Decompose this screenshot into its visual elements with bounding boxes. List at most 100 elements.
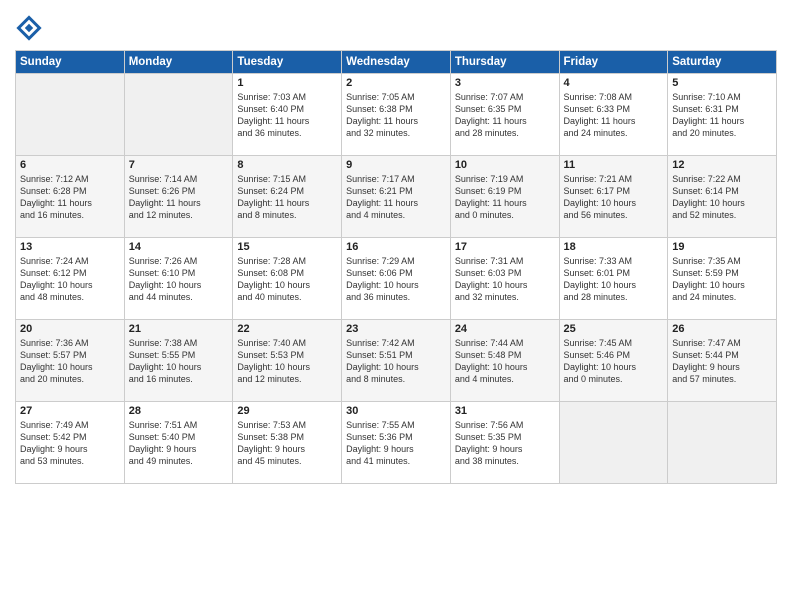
calendar-cell: 25 Sunrise: 7:45 AM Sunset: 5:46 PM Dayli… [559,320,668,402]
calendar-cell: 20 Sunrise: 7:36 AM Sunset: 5:57 PM Dayli… [16,320,125,402]
day-info: Sunrise: 7:56 AM Sunset: 5:35 PM Dayligh… [455,419,555,468]
calendar-cell: 15 Sunrise: 7:28 AM Sunset: 6:08 PM Dayli… [233,238,342,320]
day-number: 10 [455,159,555,171]
day-info: Sunrise: 7:08 AM Sunset: 6:33 PM Dayligh… [564,91,664,140]
day-info: Sunrise: 7:42 AM Sunset: 5:51 PM Dayligh… [346,337,446,386]
calendar-cell: 18 Sunrise: 7:33 AM Sunset: 6:01 PM Dayli… [559,238,668,320]
day-info: Sunrise: 7:55 AM Sunset: 5:36 PM Dayligh… [346,419,446,468]
calendar-cell: 16 Sunrise: 7:29 AM Sunset: 6:06 PM Dayli… [342,238,451,320]
day-info: Sunrise: 7:10 AM Sunset: 6:31 PM Dayligh… [672,91,772,140]
day-number: 15 [237,241,337,253]
day-number: 2 [346,77,446,89]
day-number: 6 [20,159,120,171]
calendar-cell [124,74,233,156]
calendar-cell: 10 Sunrise: 7:19 AM Sunset: 6:19 PM Dayli… [450,156,559,238]
day-info: Sunrise: 7:22 AM Sunset: 6:14 PM Dayligh… [672,173,772,222]
weekday-header-saturday: Saturday [668,51,777,74]
day-info: Sunrise: 7:24 AM Sunset: 6:12 PM Dayligh… [20,255,120,304]
day-info: Sunrise: 7:33 AM Sunset: 6:01 PM Dayligh… [564,255,664,304]
weekday-header-friday: Friday [559,51,668,74]
day-info: Sunrise: 7:19 AM Sunset: 6:19 PM Dayligh… [455,173,555,222]
calendar-cell: 23 Sunrise: 7:42 AM Sunset: 5:51 PM Dayli… [342,320,451,402]
day-number: 27 [20,405,120,417]
day-number: 7 [129,159,229,171]
calendar-week-row: 1 Sunrise: 7:03 AM Sunset: 6:40 PM Daylig… [16,74,777,156]
calendar-cell: 21Sunrise: 7:38 AM Sunset: 5:55 PM Dayli… [124,320,233,402]
day-info: Sunrise: 7:21 AM Sunset: 6:17 PM Dayligh… [564,173,664,222]
day-info: Sunrise: 7:45 AM Sunset: 5:46 PM Dayligh… [564,337,664,386]
day-info: Sunrise: 7:12 AM Sunset: 6:28 PM Dayligh… [20,173,120,222]
calendar-week-row: 13 Sunrise: 7:24 AM Sunset: 6:12 PM Dayli… [16,238,777,320]
day-info: Sunrise: 7:28 AM Sunset: 6:08 PM Dayligh… [237,255,337,304]
calendar-cell: 8 Sunrise: 7:15 AM Sunset: 6:24 PM Daylig… [233,156,342,238]
calendar-cell: 13 Sunrise: 7:24 AM Sunset: 6:12 PM Dayli… [16,238,125,320]
calendar-cell: 14 Sunrise: 7:26 AM Sunset: 6:10 PM Dayli… [124,238,233,320]
calendar-week-row: 20 Sunrise: 7:36 AM Sunset: 5:57 PM Dayli… [16,320,777,402]
calendar-cell: 9 Sunrise: 7:17 AM Sunset: 6:21 PM Daylig… [342,156,451,238]
day-number: 26 [672,323,772,335]
calendar-cell: 1 Sunrise: 7:03 AM Sunset: 6:40 PM Daylig… [233,74,342,156]
day-number: 20 [20,323,120,335]
day-number: 5 [672,77,772,89]
day-number: 11 [564,159,664,171]
day-info: Sunrise: 7:38 AM Sunset: 5:55 PM Dayligh… [129,337,229,386]
day-info: Sunrise: 7:15 AM Sunset: 6:24 PM Dayligh… [237,173,337,222]
calendar-cell: 4Sunrise: 7:08 AM Sunset: 6:33 PM Daylig… [559,74,668,156]
calendar-cell: 5 Sunrise: 7:10 AM Sunset: 6:31 PM Daylig… [668,74,777,156]
calendar-cell: 3Sunrise: 7:07 AM Sunset: 6:35 PM Daylig… [450,74,559,156]
day-number: 19 [672,241,772,253]
day-info: Sunrise: 7:47 AM Sunset: 5:44 PM Dayligh… [672,337,772,386]
calendar-cell: 30 Sunrise: 7:55 AM Sunset: 5:36 PM Dayli… [342,402,451,484]
day-number: 16 [346,241,446,253]
header [15,10,777,42]
day-info: Sunrise: 7:29 AM Sunset: 6:06 PM Dayligh… [346,255,446,304]
day-info: Sunrise: 7:40 AM Sunset: 5:53 PM Dayligh… [237,337,337,386]
day-number: 22 [237,323,337,335]
calendar-cell: 2 Sunrise: 7:05 AM Sunset: 6:38 PM Daylig… [342,74,451,156]
weekday-header-thursday: Thursday [450,51,559,74]
calendar-cell [668,402,777,484]
day-info: Sunrise: 7:14 AM Sunset: 6:26 PM Dayligh… [129,173,229,222]
day-number: 23 [346,323,446,335]
day-number: 25 [564,323,664,335]
calendar-cell: 31 Sunrise: 7:56 AM Sunset: 5:35 PM Dayli… [450,402,559,484]
day-info: Sunrise: 7:31 AM Sunset: 6:03 PM Dayligh… [455,255,555,304]
weekday-header-tuesday: Tuesday [233,51,342,74]
day-number: 14 [129,241,229,253]
calendar-cell: 17 Sunrise: 7:31 AM Sunset: 6:03 PM Dayli… [450,238,559,320]
calendar-cell: 11 Sunrise: 7:21 AM Sunset: 6:17 PM Dayli… [559,156,668,238]
calendar-cell [559,402,668,484]
weekday-header-sunday: Sunday [16,51,125,74]
logo-icon [15,14,43,42]
calendar-table: SundayMondayTuesdayWednesdayThursdayFrid… [15,50,777,484]
day-number: 29 [237,405,337,417]
calendar-cell: 26 Sunrise: 7:47 AM Sunset: 5:44 PM Dayli… [668,320,777,402]
day-info: Sunrise: 7:26 AM Sunset: 6:10 PM Dayligh… [129,255,229,304]
day-info: Sunrise: 7:03 AM Sunset: 6:40 PM Dayligh… [237,91,337,140]
day-number: 13 [20,241,120,253]
logo [15,14,47,42]
weekday-header-wednesday: Wednesday [342,51,451,74]
day-number: 9 [346,159,446,171]
day-number: 12 [672,159,772,171]
day-number: 28 [129,405,229,417]
weekday-header-row: SundayMondayTuesdayWednesdayThursdayFrid… [16,51,777,74]
calendar-cell: 29 Sunrise: 7:53 AM Sunset: 5:38 PM Dayli… [233,402,342,484]
day-info: Sunrise: 7:53 AM Sunset: 5:38 PM Dayligh… [237,419,337,468]
day-number: 17 [455,241,555,253]
day-info: Sunrise: 7:17 AM Sunset: 6:21 PM Dayligh… [346,173,446,222]
day-number: 31 [455,405,555,417]
day-number: 8 [237,159,337,171]
day-info: Sunrise: 7:05 AM Sunset: 6:38 PM Dayligh… [346,91,446,140]
calendar-cell: 6 Sunrise: 7:12 AM Sunset: 6:28 PM Daylig… [16,156,125,238]
calendar-cell: 27 Sunrise: 7:49 AM Sunset: 5:42 PM Dayli… [16,402,125,484]
day-number: 18 [564,241,664,253]
calendar-cell: 7 Sunrise: 7:14 AM Sunset: 6:26 PM Daylig… [124,156,233,238]
calendar-week-row: 27 Sunrise: 7:49 AM Sunset: 5:42 PM Dayli… [16,402,777,484]
day-number: 3 [455,77,555,89]
day-info: Sunrise: 7:49 AM Sunset: 5:42 PM Dayligh… [20,419,120,468]
calendar-cell [16,74,125,156]
day-number: 1 [237,77,337,89]
day-number: 30 [346,405,446,417]
day-info: Sunrise: 7:36 AM Sunset: 5:57 PM Dayligh… [20,337,120,386]
